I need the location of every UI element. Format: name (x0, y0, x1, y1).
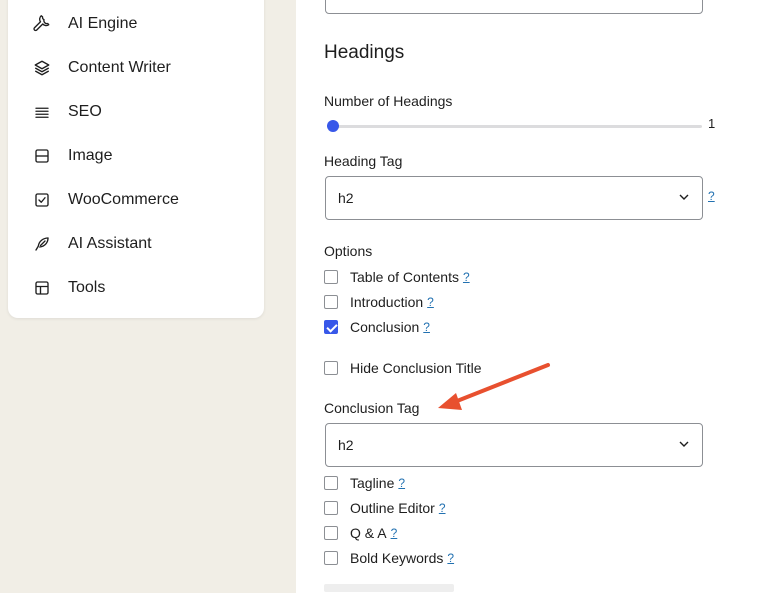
number-of-headings-slider[interactable] (330, 125, 702, 128)
chevron-down-icon (679, 441, 689, 447)
slider-thumb[interactable] (327, 120, 339, 132)
option-outline-editor[interactable]: Outline Editor ? (324, 499, 446, 517)
section-title: Headings (324, 42, 405, 63)
chevron-down-icon (679, 194, 689, 200)
option-q-and-a[interactable]: Q & A ? (324, 524, 397, 542)
option-tagline[interactable]: Tagline ? (324, 474, 405, 492)
wrench-icon (33, 15, 51, 33)
feather-icon (33, 235, 51, 253)
annotation-arrow-icon (438, 363, 550, 410)
heading-tag-label: Heading Tag (324, 153, 403, 169)
checkbox[interactable] (324, 270, 338, 284)
next-field-label-cutoff (324, 584, 454, 592)
conclusion-tag-label: Conclusion Tag (324, 400, 420, 416)
previous-field-input[interactable] (325, 0, 703, 14)
sidebar-item-label: Content Writer (68, 59, 171, 76)
sidebar-item-ai-assistant[interactable]: AI Assistant (8, 224, 264, 264)
checkbox-label: Q & A (350, 525, 387, 541)
image-icon (33, 147, 51, 165)
help-link[interactable]: ? (463, 270, 470, 284)
help-link[interactable]: ? (391, 526, 398, 540)
sidebar-item-label: Tools (68, 279, 106, 296)
option-bold-keywords[interactable]: Bold Keywords ? (324, 549, 454, 567)
checkbox[interactable] (324, 295, 338, 309)
help-link[interactable]: ? (398, 476, 405, 490)
checkbox-label: Introduction (350, 294, 424, 310)
sidebar-item-label: AI Engine (68, 15, 138, 32)
sidebar-item-seo[interactable]: SEO (8, 92, 264, 132)
checkbox[interactable] (324, 526, 338, 540)
checkbox-label: Tagline (350, 475, 395, 491)
option-table-of-contents[interactable]: Table of Contents ? (324, 268, 470, 286)
sidebar-item-image[interactable]: Image (8, 136, 264, 176)
sidebar-item-label: Image (68, 147, 113, 164)
checkbox-label: Outline Editor (350, 500, 435, 516)
slider-value: 1 (708, 116, 716, 131)
option-introduction[interactable]: Introduction ? (324, 293, 434, 311)
sidebar-item-woocommerce[interactable]: WooCommerce (8, 180, 264, 220)
options-label: Options (324, 243, 373, 259)
help-link[interactable]: ? (427, 295, 434, 309)
checkbox-label: Bold Keywords (350, 550, 444, 566)
option-conclusion[interactable]: Conclusion ? (324, 318, 430, 336)
sidebar-item-ai-engine[interactable]: AI Engine (8, 4, 264, 44)
checkbox-icon (33, 191, 51, 209)
sidebar-item-label: AI Assistant (68, 235, 152, 252)
help-link[interactable]: ? (423, 320, 430, 334)
sidebar-menu: AI Engine Content Writer SEO Image WooCo… (8, 0, 264, 318)
select-value: h2 (338, 437, 354, 453)
sidebar-item-label: SEO (68, 103, 102, 120)
checkbox-label: Table of Contents (350, 269, 459, 285)
checkbox[interactable] (324, 476, 338, 490)
layers-icon (33, 59, 51, 77)
checkbox-checked[interactable] (324, 320, 338, 334)
sidebar-item-tools[interactable]: Tools (8, 268, 264, 308)
conclusion-tag-select[interactable]: h2 (325, 423, 703, 467)
sidebar-item-label: WooCommerce (68, 191, 179, 208)
help-link[interactable]: ? (439, 501, 446, 515)
checkbox[interactable] (324, 501, 338, 515)
settings-panel: Headings Number of Headings 1 Heading Ta… (296, 0, 760, 593)
heading-tag-select[interactable]: h2 (325, 176, 703, 220)
checkbox-label: Conclusion (350, 319, 420, 335)
checkbox[interactable] (324, 361, 338, 375)
layout-icon (33, 279, 51, 297)
number-of-headings-label: Number of Headings (324, 93, 453, 109)
heading-tag-help-link[interactable]: ? (708, 189, 715, 203)
select-value: h2 (338, 190, 354, 206)
help-link[interactable]: ? (447, 551, 454, 565)
sidebar-item-content-writer[interactable]: Content Writer (8, 48, 264, 88)
lines-icon (33, 103, 51, 121)
checkbox[interactable] (324, 551, 338, 565)
